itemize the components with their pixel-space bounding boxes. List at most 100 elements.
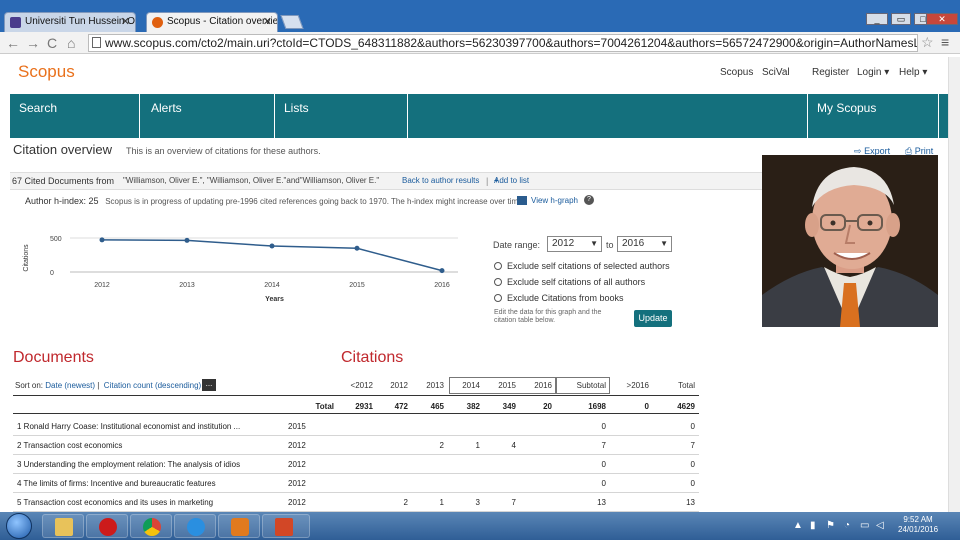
link-register[interactable]: Register xyxy=(812,67,849,78)
ie-taskbar-button[interactable] xyxy=(174,514,216,538)
exclude-books-option[interactable]: Exclude Citations from books xyxy=(494,293,624,303)
opera-icon xyxy=(99,518,117,536)
x-tick-label: 2016 xyxy=(434,282,450,289)
citation-cell: 2 xyxy=(403,498,408,507)
row-divider xyxy=(13,492,699,493)
flag-icon[interactable]: ⚑ xyxy=(826,520,835,531)
data-point xyxy=(184,237,190,243)
sort-date-link[interactable]: Date (newest) xyxy=(45,381,95,390)
volume-icon[interactable]: ◁ xyxy=(876,520,884,531)
window-close-button[interactable]: ✕ xyxy=(926,13,958,25)
page-title: Citation overview xyxy=(13,142,112,157)
citation-cell: 7 xyxy=(511,498,516,507)
tab-universiti[interactable]: Universiti Tun Hussein On ✕ xyxy=(4,12,136,32)
restore-button[interactable]: ▭ xyxy=(891,13,911,25)
option-label: Exclude self citations of all authors xyxy=(507,277,646,287)
column-header: 2012 xyxy=(390,381,408,390)
separator: | xyxy=(486,176,489,186)
monitor-icon[interactable]: ▭ xyxy=(860,520,869,531)
citation-cell: 3 xyxy=(475,498,480,507)
nav-my-scopus[interactable]: My Scopus xyxy=(807,94,939,138)
reload-icon[interactable]: C xyxy=(47,34,57,52)
y-tick-label: 0 xyxy=(50,270,54,277)
chevron-down-icon: ▼ xyxy=(590,239,598,248)
start-button[interactable] xyxy=(6,513,32,539)
citation-cell: 0 xyxy=(690,479,695,488)
row-divider xyxy=(13,454,699,455)
back-to-results-link[interactable]: Back to author results xyxy=(402,173,479,189)
to-year-value: 2016 xyxy=(622,238,645,249)
column-header: >2016 xyxy=(626,381,649,390)
tray-expand-icon[interactable]: ▲ xyxy=(793,520,803,531)
citations-heading: Citations xyxy=(341,349,404,366)
opera-taskbar-button[interactable] xyxy=(86,514,128,538)
citation-cell: 7 xyxy=(601,441,606,450)
document-title[interactable]: 1 Ronald Harry Coase: Institutional econ… xyxy=(17,422,267,431)
update-button[interactable]: Update xyxy=(634,310,672,327)
back-icon[interactable]: ← xyxy=(6,34,20,52)
nav-alerts[interactable]: Alerts xyxy=(142,94,275,138)
scopus-logo[interactable]: Scopus xyxy=(18,62,75,82)
chrome-taskbar-button[interactable] xyxy=(130,514,172,538)
exclude-self-selected-option[interactable]: Exclude self citations of selected autho… xyxy=(494,261,670,271)
document-title[interactable]: 5 Transaction cost economics and its use… xyxy=(17,498,267,507)
minimize-button[interactable]: _ xyxy=(866,13,888,25)
media-taskbar-button[interactable] xyxy=(218,514,260,538)
nav-search[interactable]: Search xyxy=(10,94,140,138)
document-title[interactable]: 3 Understanding the employment relation:… xyxy=(17,460,267,469)
h-index-row: Author h-index: 25 Scopus is in progress… xyxy=(25,196,525,206)
tab-scopus[interactable]: Scopus - Citation overview ✕ xyxy=(146,12,278,32)
citation-cell: 1 xyxy=(439,498,444,507)
close-icon[interactable]: ✕ xyxy=(263,13,272,31)
nav-lists[interactable]: Lists xyxy=(275,94,408,138)
column-header: 2015 xyxy=(498,381,516,390)
document-year: 2012 xyxy=(288,441,306,450)
from-year-select[interactable]: 2012 ▼ xyxy=(547,236,602,252)
explorer-taskbar-button[interactable] xyxy=(42,514,84,538)
close-icon[interactable]: ✕ xyxy=(121,13,130,31)
system-clock[interactable]: 9:52 AM 24/01/2016 xyxy=(898,515,938,535)
signal-icon[interactable]: ◔ xyxy=(844,520,850,531)
help-icon[interactable]: ? xyxy=(584,195,594,205)
documents-heading: Documents xyxy=(13,349,94,366)
folder-icon xyxy=(55,518,73,536)
link-scopus[interactable]: Scopus xyxy=(720,67,753,78)
page-subtitle: This is an overview of citations for the… xyxy=(126,146,321,156)
total-cell: 20 xyxy=(543,402,552,411)
citation-cell: 4 xyxy=(511,441,516,450)
data-point xyxy=(269,243,275,249)
powerpoint-taskbar-button[interactable] xyxy=(262,514,310,538)
exclude-self-all-option[interactable]: Exclude self citations of all authors xyxy=(494,277,645,287)
citation-cell: 2 xyxy=(439,441,444,450)
more-options-button[interactable]: ... xyxy=(202,379,216,391)
clock-date: 24/01/2016 xyxy=(898,525,939,534)
h-index-label: Author h-index: 25 xyxy=(25,196,99,206)
link-help[interactable]: Help ▾ xyxy=(899,67,927,78)
bookmark-star-icon[interactable]: ☆ xyxy=(921,34,934,51)
browser-menu-icon[interactable]: ≡ xyxy=(941,34,949,50)
total-label: Total xyxy=(315,402,334,411)
citation-cell: 0 xyxy=(601,422,606,431)
radio-icon[interactable] xyxy=(494,278,502,286)
page-icon xyxy=(92,37,101,48)
university-favicon-icon xyxy=(10,17,21,28)
network-icon[interactable]: ▮ xyxy=(810,520,816,531)
radio-icon[interactable] xyxy=(494,294,502,302)
link-login[interactable]: Login ▾ xyxy=(857,67,889,78)
document-title[interactable]: 4 The limits of firms: Incentive and bur… xyxy=(17,479,267,488)
citation-cell: 0 xyxy=(690,422,695,431)
new-tab-button[interactable] xyxy=(280,15,304,29)
to-year-select[interactable]: 2016 ▼ xyxy=(617,236,672,252)
main-nav: Search Alerts Lists My Scopus xyxy=(10,94,948,138)
home-icon[interactable]: ⌂ xyxy=(67,34,75,52)
document-title[interactable]: 2 Transaction cost economics xyxy=(17,441,267,450)
page-scrollbar[interactable] xyxy=(948,57,960,512)
forward-icon[interactable]: → xyxy=(26,34,40,52)
address-bar[interactable]: www.scopus.com/cto2/main.uri?ctoId=CTODS… xyxy=(88,34,918,52)
edit-hint: Edit the data for this graph and the cit… xyxy=(494,309,602,324)
link-scival[interactable]: SciVal xyxy=(762,67,790,78)
radio-icon[interactable] xyxy=(494,262,502,270)
view-h-graph-link[interactable]: View h-graph xyxy=(531,196,578,205)
sort-count-link[interactable]: Citation count (descending) xyxy=(104,381,201,390)
citation-cell: 13 xyxy=(597,498,606,507)
